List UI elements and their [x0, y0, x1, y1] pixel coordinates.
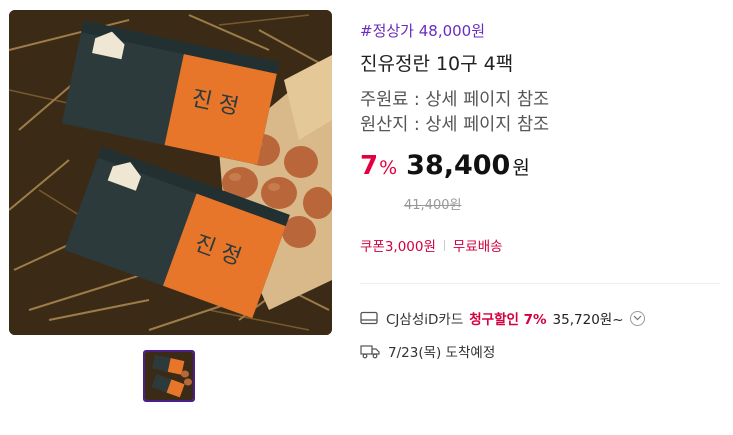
- regular-price-tag[interactable]: #정상가 48,000원: [360, 20, 485, 41]
- spec-origin: 원산지 : 상세 페이지 참조: [360, 115, 550, 135]
- benefit-badges: 쿠폰3,000원 무료배송: [360, 235, 503, 255]
- card-benefit-row[interactable]: CJ삼성iD카드 청구할인 7% 35,720원~: [360, 308, 645, 328]
- truck-icon: [360, 344, 380, 359]
- price-row: 7 % 38,400 원: [360, 150, 530, 181]
- product-main-image: 진 정 진 정: [9, 10, 332, 335]
- discount-rate: 7: [360, 151, 379, 181]
- product-thumbnail[interactable]: [143, 350, 195, 402]
- product-title: 진유정란 10구 4팩: [360, 53, 514, 75]
- badge-divider: [443, 239, 445, 251]
- spec-ingredient: 주원료 : 상세 페이지 참조: [360, 90, 550, 110]
- currency-unit: 원: [512, 157, 530, 179]
- section-divider: [360, 283, 720, 284]
- card-discount-label: 청구할인 7%: [469, 312, 547, 328]
- card-name: CJ삼성iD카드: [386, 312, 464, 328]
- delivery-date: 7/23(목) 도착예정: [388, 345, 496, 361]
- free-shipping-badge: 무료배송: [452, 239, 503, 255]
- discount-unit: %: [379, 157, 398, 179]
- credit-card-icon: [360, 311, 378, 325]
- card-discount-amount: 35,720원~: [552, 312, 624, 328]
- sale-price: 38,400: [406, 150, 511, 181]
- delivery-row: 7/23(목) 도착예정: [360, 341, 495, 361]
- original-price: 41,400원: [404, 198, 462, 213]
- chevron-down-icon[interactable]: [629, 310, 645, 326]
- coupon-badge[interactable]: 쿠폰3,000원: [360, 235, 436, 255]
